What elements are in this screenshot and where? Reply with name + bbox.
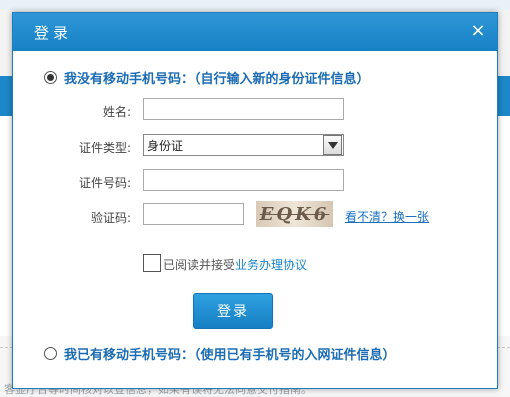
chevron-down-icon — [323, 135, 342, 155]
dialog-header: 登录 × — [13, 13, 497, 51]
captcha-image[interactable]: EQK6 — [256, 201, 333, 227]
background-top-strip — [0, 0, 510, 10]
agreement-prefix: 已阅读并接受 — [163, 258, 236, 272]
captcha-label: 验证码: — [90, 211, 131, 225]
login-dialog: 登录 × 我没有移动手机号码：（自行输入新的身份证件信息） 姓名: 证件类型: … — [12, 12, 498, 389]
radio-has-mobile[interactable] — [44, 347, 57, 360]
dialog-title: 登录 — [34, 24, 73, 42]
captcha-image-text: EQK6 — [259, 203, 330, 225]
radio-no-mobile[interactable] — [44, 71, 57, 84]
refresh-captcha-link[interactable]: 看不清？换一张 — [345, 208, 429, 225]
login-button[interactable]: 登录 — [193, 293, 273, 329]
id-type-label: 证件类型: — [78, 141, 131, 155]
captcha-input[interactable] — [143, 203, 244, 225]
option-has-mobile-label: 我已有移动手机号码：（使用已有手机号的入网证件信息） — [64, 348, 396, 363]
id-number-input[interactable] — [143, 169, 344, 191]
agreement-link[interactable]: 业务办理协议 — [235, 258, 307, 272]
agreement-text: 已阅读并接受业务办理协议 — [163, 256, 307, 273]
agreement-checkbox[interactable] — [143, 254, 161, 272]
id-type-select[interactable]: 身份证 — [143, 134, 344, 156]
id-number-label: 证件号码: — [78, 176, 131, 190]
id-type-selected-value: 身份证 — [147, 138, 184, 153]
option-no-mobile-label: 我没有移动手机号码：（自行输入新的身份证件信息） — [64, 72, 370, 87]
option-has-mobile[interactable]: 我已有移动手机号码：（使用已有手机号的入网证件信息） — [44, 344, 396, 363]
close-button[interactable]: × — [467, 20, 489, 42]
name-label: 姓名: — [102, 105, 131, 119]
option-no-mobile[interactable]: 我没有移动手机号码：（自行输入新的身份证件信息） — [44, 68, 370, 87]
name-input[interactable] — [143, 98, 344, 120]
